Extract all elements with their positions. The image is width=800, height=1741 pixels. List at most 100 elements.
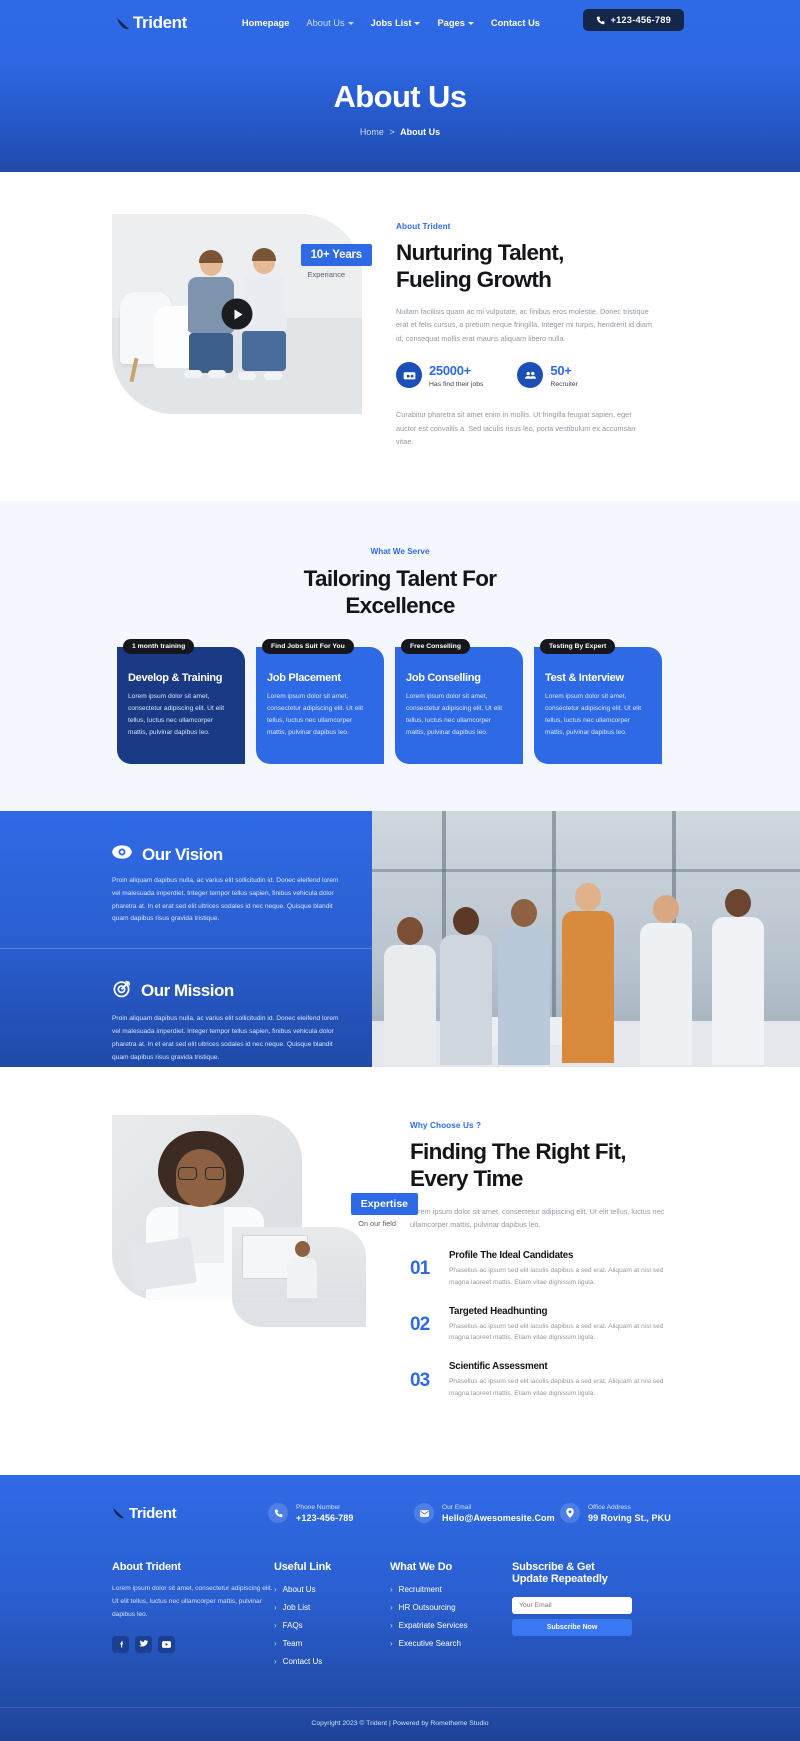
step-item: 01 Profile The Ideal Candidates Phasellu…: [410, 1250, 666, 1289]
footer-about-heading: About Trident: [112, 1561, 181, 1574]
nav-item-contact-us[interactable]: Contact Us: [491, 18, 540, 28]
about-section: 10+ Years Experiance About Trident Nurtu…: [0, 172, 800, 501]
footer-link-item[interactable]: › Executive Search: [390, 1639, 512, 1648]
footer-link-item[interactable]: › HR Outsourcing: [390, 1603, 512, 1612]
service-card[interactable]: 1 month training Develop & Training Lore…: [117, 638, 245, 764]
footer-contact-email[interactable]: Our Email Hello@Awesomesite.Com: [414, 1503, 560, 1524]
twitter-icon[interactable]: [135, 1635, 152, 1653]
footer-link[interactable]: About Us: [283, 1585, 316, 1594]
chevron-right-icon: ›: [274, 1584, 277, 1594]
target-icon: [112, 979, 131, 1003]
footer-link-item[interactable]: › Recruitment: [390, 1585, 512, 1594]
chevron-down-icon: [467, 22, 474, 25]
footer-contact-phone[interactable]: Phone Number +123-456-789: [268, 1503, 414, 1524]
chevron-right-icon: ›: [274, 1656, 277, 1666]
service-card[interactable]: Find Jobs Suit For You Job Placement Lor…: [256, 638, 384, 764]
step-text: Profile The Ideal Candidates Phasellus a…: [449, 1250, 666, 1289]
step-body: Phasellus ac ipsum sed elit iaculis dapi…: [449, 1266, 664, 1286]
stat-label: Recruiter: [550, 381, 578, 389]
footer-link[interactable]: FAQs: [283, 1621, 303, 1630]
mail-icon: [414, 1503, 434, 1524]
chevron-right-icon: ›: [390, 1584, 393, 1594]
stat-item: 25000+ Has find their jobs: [396, 362, 483, 389]
about-media: 10+ Years Experiance: [112, 214, 372, 414]
youtube-icon[interactable]: [158, 1635, 175, 1653]
photo-shoe: [238, 372, 256, 380]
footer-link[interactable]: Job List: [283, 1603, 311, 1612]
why-paragraph: Lorem ipsum dolor sit amet, consectetur …: [410, 1206, 665, 1230]
chevron-right-icon: ›: [274, 1620, 277, 1630]
photo-person: [498, 898, 550, 1067]
why-eyebrow: Why Choose Us ?: [410, 1120, 482, 1130]
phone-button[interactable]: +123-456-789: [583, 9, 684, 31]
photo-glasses: [178, 1166, 224, 1180]
chevron-right-icon: ›: [390, 1638, 393, 1648]
photo-head: [199, 250, 223, 276]
play-button[interactable]: [221, 298, 253, 330]
photo-legs: [242, 331, 286, 371]
contact-text: Phone Number +123-456-789: [296, 1504, 354, 1523]
nav-item-about-us[interactable]: About Us: [306, 18, 354, 28]
footer-contact-address[interactable]: Office Address 99 Roving St., PKU: [560, 1503, 671, 1524]
photo-torso: [287, 1257, 317, 1298]
photo-shoe: [208, 370, 226, 378]
years-badge-sub: Experiance: [307, 270, 345, 279]
photo-person-center: [562, 882, 614, 1067]
nav-item-jobs-list[interactable]: Jobs List: [371, 18, 421, 28]
footer-brand[interactable]: Trident: [112, 1505, 268, 1522]
photo-head: [453, 906, 479, 935]
card-tag: Find Jobs Suit For You: [262, 638, 354, 654]
mission-block: Our Mission Proin aliquam dapibus nulla,…: [0, 948, 372, 1064]
footer-columns: About Trident Lorem ipsum dolor sit amet…: [0, 1523, 800, 1675]
email-field[interactable]: [512, 1597, 632, 1615]
step-body: Phasellus ac ipsum sed elit iaculis dapi…: [449, 1322, 664, 1342]
photo-body: [384, 944, 436, 1065]
footer-link[interactable]: Executive Search: [399, 1639, 461, 1648]
nav-item-pages[interactable]: Pages: [437, 18, 474, 28]
photo-body: [712, 916, 764, 1065]
footer-top: Trident Phone Number +123-456-789 Our Em…: [0, 1503, 800, 1524]
breadcrumb-home[interactable]: Home: [360, 127, 384, 137]
footer-link[interactable]: Team: [283, 1639, 303, 1648]
expertise-badge: Expertise: [350, 1192, 418, 1215]
photo-head: [397, 916, 423, 945]
why-heading: Finding The Right Fit, Every Time: [410, 1138, 626, 1191]
facebook-icon[interactable]: [112, 1635, 129, 1653]
footer-link[interactable]: Contact Us: [283, 1657, 323, 1666]
service-card[interactable]: Free Conselling Job Conselling Lorem ips…: [395, 638, 523, 764]
footer-link[interactable]: Recruitment: [399, 1585, 442, 1594]
page-title: About Us: [333, 79, 468, 114]
step-body: Phasellus ac ipsum sed elit iaculis dapi…: [449, 1378, 664, 1398]
footer-link-item[interactable]: › Expatriate Services: [390, 1621, 512, 1630]
card-title: Job Conselling: [406, 671, 481, 684]
subscribe-button[interactable]: Subscribe Now: [512, 1619, 632, 1637]
why-photo-secondary: [232, 1226, 366, 1327]
nav-label: Contact Us: [490, 18, 540, 28]
nav-links: Homepage About Us Jobs List Pages Contac…: [242, 18, 540, 28]
serve-cards: 1 month training Develop & Training Lore…: [0, 638, 800, 764]
stat-number: 50+: [550, 363, 572, 379]
about-eyebrow: About Trident: [396, 222, 451, 231]
location-icon: [560, 1503, 580, 1524]
footer-link-item[interactable]: › FAQs: [274, 1621, 390, 1630]
service-card[interactable]: Testing By Expert Test & Interview Lorem…: [534, 638, 662, 764]
photo-legs: [189, 333, 233, 373]
footer-link-item[interactable]: › Contact Us: [274, 1657, 390, 1666]
footer-link-item[interactable]: › About Us: [274, 1585, 390, 1594]
chevron-right-icon: ›: [274, 1602, 277, 1612]
footer-link-item[interactable]: › Team: [274, 1639, 390, 1648]
breadcrumb-current: About Us: [400, 127, 441, 137]
trident-logo-icon: [112, 1507, 126, 1520]
nav-item-homepage[interactable]: Homepage: [242, 18, 290, 28]
footer-link[interactable]: HR Outsourcing: [399, 1603, 456, 1612]
stat-text: 25000+ Has find their jobs: [429, 362, 483, 388]
footer-link-item[interactable]: › Job List: [274, 1603, 390, 1612]
phone-button-label: +123-456-789: [610, 15, 671, 25]
footer-link[interactable]: Expatriate Services: [399, 1621, 468, 1630]
brand-logo[interactable]: Trident: [116, 13, 187, 33]
why-media: Expertise On our field: [112, 1114, 418, 1327]
brand-name: Trident: [133, 13, 187, 32]
step-text: Scientific Assessment Phasellus ac ipsum…: [449, 1361, 666, 1400]
chevron-right-icon: ›: [390, 1602, 393, 1612]
nav-label: About Us: [306, 18, 345, 28]
